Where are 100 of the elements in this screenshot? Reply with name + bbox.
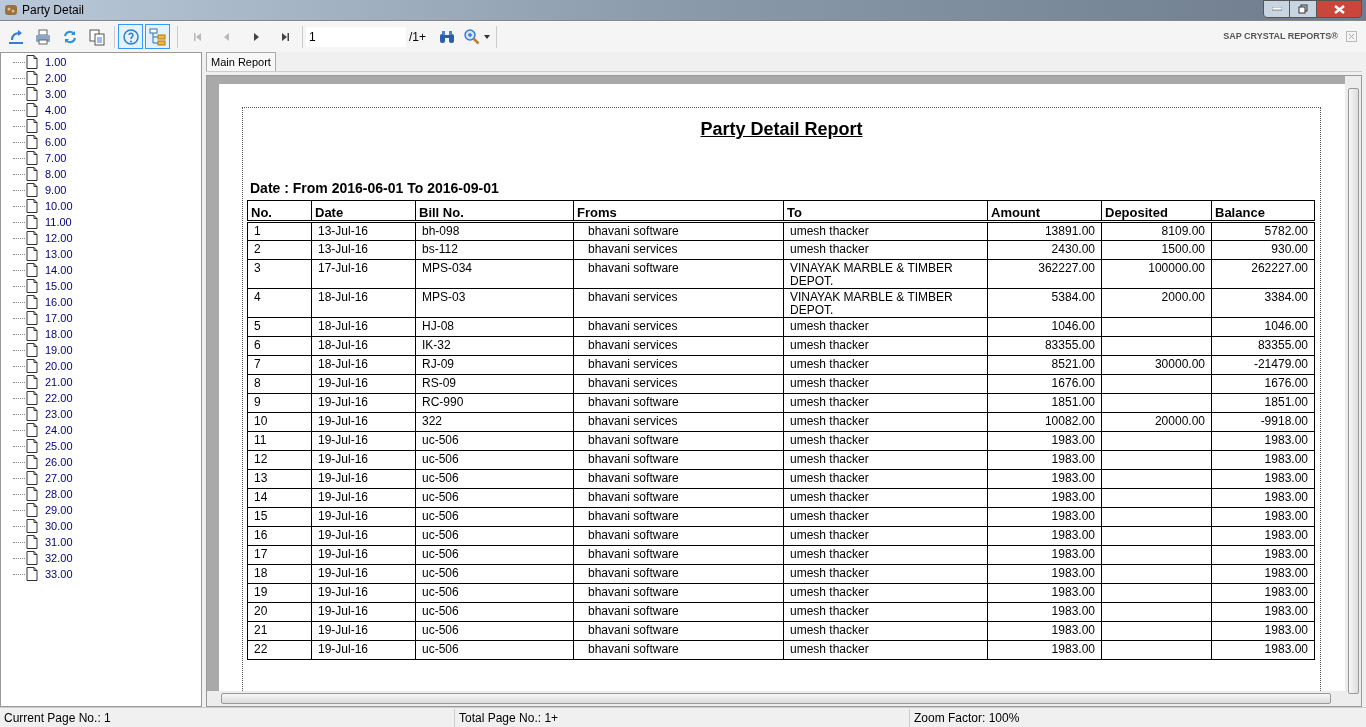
table-cell: 7 — [247, 355, 312, 375]
table-cell: umesh thacker — [783, 526, 988, 546]
table-cell: umesh thacker — [783, 602, 988, 622]
table-cell: umesh thacker — [783, 450, 988, 470]
tree-item[interactable]: 31.00 — [45, 533, 73, 551]
status-text: Current Page No.: 1 — [0, 708, 455, 727]
tree-item[interactable]: 4.00 — [45, 101, 67, 119]
tree-item[interactable]: 14.00 — [45, 261, 73, 279]
tree-item[interactable]: 15.00 — [45, 277, 73, 295]
table-cell: uc-506 — [415, 526, 574, 546]
tree-item[interactable]: 23.00 — [45, 405, 73, 423]
tree-item[interactable]: 11.00 — [45, 213, 72, 231]
table-cell: 1 — [247, 221, 312, 241]
tree-item[interactable]: 26.00 — [45, 453, 73, 471]
table-cell: 19-Jul-16 — [311, 412, 416, 432]
table-cell: 1851.00 — [1211, 393, 1315, 413]
table-cell: 18-Jul-16 — [311, 288, 416, 318]
tree-item[interactable]: 21.00 — [45, 373, 73, 391]
table-cell: uc-506 — [415, 640, 574, 660]
document-icon — [26, 327, 38, 341]
document-icon — [26, 151, 38, 165]
table-cell: uc-506 — [415, 602, 574, 622]
table-cell: umesh thacker — [783, 317, 988, 337]
table-cell: bhavani software — [573, 640, 784, 660]
tree-item[interactable]: 27.00 — [45, 469, 73, 487]
tree-item[interactable]: 10.00 — [45, 197, 73, 215]
tree-item[interactable]: 7.00 — [45, 149, 67, 167]
table-cell: 5782.00 — [1211, 221, 1315, 241]
table-cell: 1983.00 — [987, 469, 1102, 489]
table-cell: 5384.00 — [987, 288, 1102, 318]
tree-item[interactable]: 28.00 — [45, 485, 73, 503]
tree-item[interactable]: 9.00 — [45, 181, 67, 199]
minimize-button[interactable] — [1263, 0, 1290, 18]
tree-item[interactable]: 29.00 — [45, 501, 73, 519]
tree-item[interactable]: 17.00 — [45, 309, 73, 327]
table-cell: 10082.00 — [987, 412, 1102, 432]
page-number-field[interactable]: 1 — [306, 26, 406, 47]
table-cell: 19-Jul-16 — [311, 526, 416, 546]
table-cell: 1983.00 — [1211, 621, 1315, 641]
table-cell: umesh thacker — [783, 583, 988, 603]
table-cell: 100000.00 — [1101, 259, 1212, 289]
close-button[interactable] — [1316, 0, 1362, 18]
table-cell: bhavani services — [573, 355, 784, 375]
tree-item[interactable]: 20.00 — [45, 357, 73, 375]
tree-item[interactable]: 25.00 — [45, 437, 73, 455]
document-icon — [26, 55, 38, 69]
table-cell: 19-Jul-16 — [311, 564, 416, 584]
window-title: Party Detail — [22, 2, 85, 19]
tree-item[interactable]: 3.00 — [45, 85, 67, 103]
table-cell: 13-Jul-16 — [311, 240, 416, 260]
table-cell: 1983.00 — [1211, 450, 1315, 470]
tree-item[interactable]: 16.00 — [45, 293, 73, 311]
tree-item[interactable]: 24.00 — [45, 421, 73, 439]
table-cell: bhavani software — [573, 621, 784, 641]
tree-item[interactable]: 2.00 — [45, 69, 67, 87]
tree-item[interactable]: 1.00 — [45, 53, 67, 71]
tree-item[interactable]: 22.00 — [45, 389, 73, 407]
document-icon — [26, 199, 38, 213]
tree-item[interactable]: 30.00 — [45, 517, 73, 535]
tree-item[interactable]: 8.00 — [45, 165, 67, 183]
table-cell: 13891.00 — [987, 221, 1102, 241]
report-tab[interactable]: Main Report — [206, 52, 276, 71]
table-cell: VINAYAK MARBLE & TIMBER DEPOT. — [783, 259, 988, 289]
table-cell: uc-506 — [415, 469, 574, 489]
horizontal-scrollbar[interactable] — [207, 691, 1345, 706]
document-icon — [26, 103, 38, 117]
toolbar-button[interactable] — [145, 24, 170, 49]
tree-item[interactable]: 12.00 — [45, 229, 73, 247]
toolbar-button[interactable] — [118, 24, 143, 49]
tree-item[interactable]: 33.00 — [45, 565, 73, 583]
table-cell: 262227.00 — [1211, 259, 1315, 289]
tree-item[interactable]: 5.00 — [45, 117, 67, 135]
column-header: Amount — [987, 200, 1102, 222]
close-view-button[interactable] — [1346, 31, 1357, 42]
restore-button[interactable] — [1290, 0, 1316, 18]
help-icon — [121, 27, 140, 46]
table-cell: 1983.00 — [1211, 526, 1315, 546]
document-icon — [26, 439, 38, 453]
table-cell: umesh thacker — [783, 412, 988, 432]
column-header: Balance — [1211, 200, 1315, 222]
table-cell: bhavani services — [573, 288, 784, 318]
table-cell: bhavani software — [573, 450, 784, 470]
document-icon — [26, 167, 38, 181]
tree-item[interactable]: 13.00 — [45, 245, 73, 263]
table-cell: bhavani software — [573, 526, 784, 546]
table-cell: 19 — [247, 583, 312, 603]
table-cell: 19-Jul-16 — [311, 450, 416, 470]
tree-item[interactable]: 32.00 — [45, 549, 73, 567]
first-page-icon — [192, 31, 203, 42]
tree-item[interactable]: 18.00 — [45, 325, 73, 343]
document-icon — [26, 183, 38, 197]
table-cell: 12 — [247, 450, 312, 470]
tree-item[interactable]: 19.00 — [45, 341, 73, 359]
table-cell: 1983.00 — [1211, 583, 1315, 603]
table-cell: 1983.00 — [987, 621, 1102, 641]
table-cell: MPS-03 — [415, 288, 574, 318]
tree-item[interactable]: 6.00 — [45, 133, 67, 151]
table-cell: 1046.00 — [1211, 317, 1315, 337]
table-cell: umesh thacker — [783, 355, 988, 375]
table-cell: bhavani software — [573, 583, 784, 603]
